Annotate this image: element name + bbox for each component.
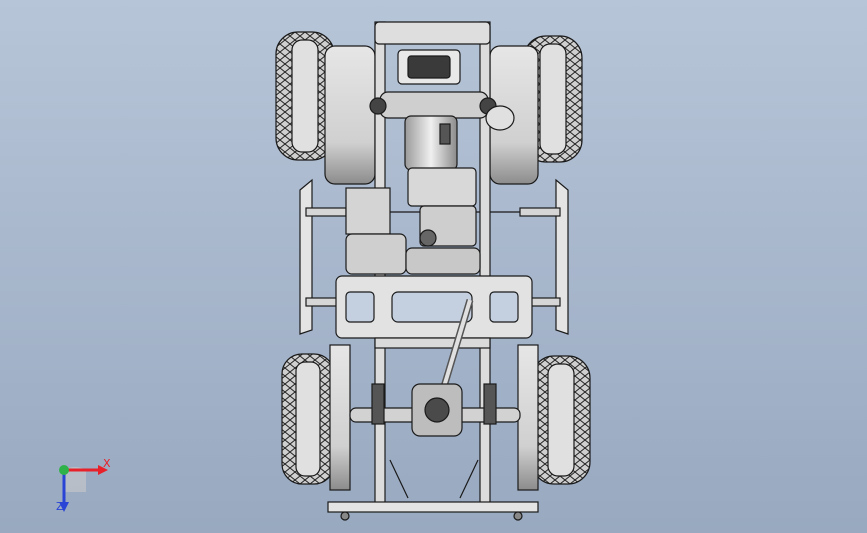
x-axis-label: X <box>103 457 111 470</box>
rear-right-wheel <box>531 355 591 485</box>
transmission <box>407 167 477 207</box>
chassis-model[interactable] <box>0 0 867 533</box>
rear-right-fender <box>517 344 539 491</box>
z-axis-label: Z <box>56 500 64 513</box>
rear-bumper <box>327 501 539 513</box>
rear-left-wheel <box>281 353 335 485</box>
front-crossmember <box>374 21 491 45</box>
right-running-board <box>555 178 569 335</box>
left-running-board <box>299 178 313 335</box>
receiver-box <box>345 233 407 275</box>
y-axis-arrow-icon <box>59 465 69 475</box>
rear-left-fender <box>329 344 351 491</box>
front-left-fender <box>324 45 376 185</box>
cad-graphics-viewport[interactable]: X Z <box>0 0 867 533</box>
esc-box <box>345 187 391 235</box>
orientation-triad: X Z <box>40 448 120 518</box>
